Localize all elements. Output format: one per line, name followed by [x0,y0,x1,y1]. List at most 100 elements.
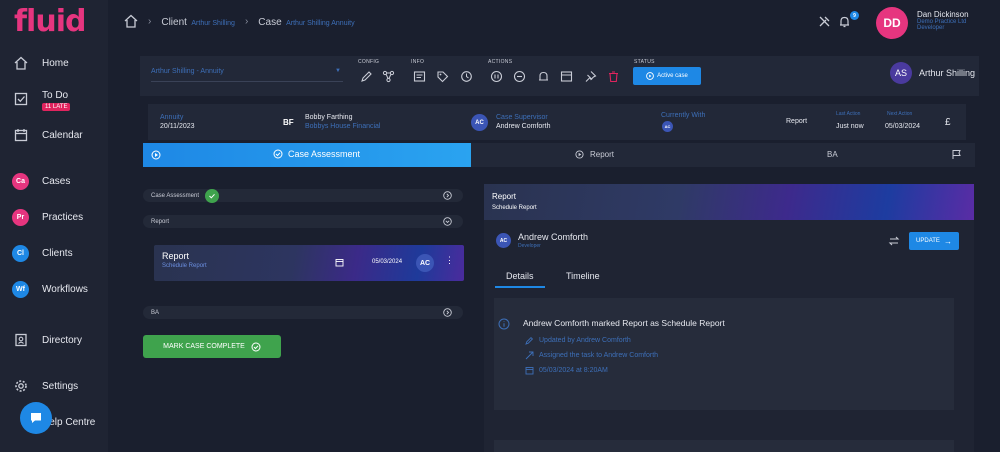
next-action-value: 05/03/2024 [885,123,921,130]
sidebar-item-cases[interactable]: Ca Cases [0,166,108,196]
flag-icon[interactable] [951,149,962,160]
tools-icon[interactable] [818,15,831,28]
task-title: Report [162,251,190,261]
edit-icon[interactable] [360,70,373,83]
chevron-right-icon[interactable] [443,191,452,200]
assign-icon [525,351,534,360]
case-select[interactable]: Arthur Shilling - Annuity ▼ [151,68,343,82]
fees-button[interactable]: £ [945,117,951,128]
client-avatar[interactable]: AS [890,62,912,84]
adviser-firm[interactable]: Bobbys House Financial [305,123,381,130]
activity-line: Updated by Andrew Comforth [539,337,631,344]
assignee-avatar: AC [496,233,511,248]
play-icon [575,150,584,159]
app-logo: fluid [14,4,86,39]
supervisor-name[interactable]: Andrew Comforth [496,123,550,130]
breadcrumb-client[interactable]: Client Arthur Shilling [161,12,235,30]
breadcrumb-client-label: Client [161,17,187,28]
chevron-down-icon[interactable] [443,217,452,226]
play-icon [151,150,161,160]
task-subtitle: Schedule Report [162,263,207,269]
sidebar-item-workflows[interactable]: Wf Workflows [0,274,108,304]
stage-row-ba[interactable]: BA [143,306,463,319]
chevron-down-icon: ▼ [335,68,341,74]
history-icon[interactable] [460,70,473,83]
task-detail-header: Report Schedule Report [484,184,974,220]
product-type: Annuity [160,114,184,121]
archive-icon[interactable] [560,70,573,83]
sidebar-item-help[interactable]: Help Centre [0,407,108,437]
sidebar-item-calendar[interactable]: Calendar [0,120,108,150]
workflows-icon: Wf [12,280,29,298]
notes-icon[interactable] [413,70,426,83]
step-active-title: Case Assessment [273,149,360,159]
calendar-icon [14,129,28,142]
chat-button[interactable] [20,402,52,434]
user-info[interactable]: Dan Dickinson Demo Practice Ltd Develope… [917,10,969,31]
sidebar-item-label: Workflows [42,283,88,295]
sidebar: fluid Home To Do 11 LATE Calendar Ca Cas… [0,0,108,452]
step-case-assessment[interactable]: Case Assessment [143,143,471,167]
tab-timeline[interactable]: Timeline [566,271,600,281]
mark-case-complete-button[interactable]: MARK CASE COMPLETE [143,335,281,358]
step-report-label: Report [590,150,615,159]
home-icon[interactable] [124,14,138,28]
notifications-button[interactable]: 9 [838,11,859,31]
stage-row-report[interactable]: Report [143,215,463,228]
currently-with-avatar: AC [662,121,673,132]
breadcrumb-case[interactable]: Case Arthur Shilling Annuity [258,12,354,30]
currently-with-label: Currently With [661,112,706,119]
flow-icon[interactable] [382,70,395,83]
bell-icon[interactable] [537,70,550,83]
task-card[interactable]: Report Schedule Report 05/03/2024 AC ⋮ [154,245,464,281]
last-action-value: Just now [836,123,864,130]
status-group-label: STATUS [634,59,655,65]
breadcrumb-separator: › [148,15,152,27]
sidebar-item-todo[interactable]: To Do 11 LATE [0,84,108,114]
breadcrumb-case-label: Case [258,17,282,28]
cases-icon: Ca [12,172,29,190]
activity-title: Andrew Comforth marked Report as Schedul… [523,318,725,328]
sidebar-item-settings[interactable]: Settings [0,371,108,401]
activity-entry: Andrew Comforth marked Report as Schedul… [494,298,954,410]
calendar-icon [335,259,344,267]
avatar[interactable]: DD [876,7,908,39]
active-case-button[interactable]: Active case [633,67,701,85]
delete-icon[interactable] [607,70,620,83]
tab-details[interactable]: Details [506,271,534,281]
tag-icon[interactable] [436,70,449,83]
step-ba[interactable]: BA [827,150,838,159]
reassign-icon[interactable] [888,235,900,247]
active-case-label: Active case [657,73,688,79]
client-name[interactable]: Arthur Shilling [919,68,975,78]
minus-circle-icon[interactable] [513,70,526,83]
sidebar-item-label: Calendar [42,129,83,141]
sidebar-item-directory[interactable]: Directory [0,325,108,355]
step-report[interactable]: Report [575,150,614,159]
sidebar-item-label: Cases [42,175,71,187]
task-detail-title: Report [492,192,517,201]
adviser-name[interactable]: Bobby Farthing [305,114,352,121]
pin-icon[interactable] [584,70,597,83]
update-label: UPDATE [916,238,940,244]
sidebar-item-clients[interactable]: Cl Clients [0,238,108,268]
check-circle-icon [273,149,283,159]
info-group-label: INFO [411,59,425,65]
update-button[interactable]: UPDATE → [909,232,959,250]
last-action-label: Last Action [836,111,861,117]
sidebar-item-label: Clients [42,247,73,259]
step-active-label: Case Assessment [288,149,361,159]
chevron-right-icon[interactable] [443,308,452,317]
activity-line: 05/03/2024 at 8:20AM [539,367,608,374]
bell-icon [840,16,849,28]
stage-row-case-assessment[interactable]: Case Assessment [143,188,463,203]
more-options-icon[interactable]: ⋮ [445,255,454,266]
current-stage: Report [786,118,808,125]
sidebar-item-practices[interactable]: Pr Practices [0,202,108,232]
sidebar-item-home[interactable]: Home [0,48,108,78]
pause-icon[interactable] [490,70,503,83]
directory-icon [15,333,27,347]
case-info-row [148,104,966,140]
home-icon [14,56,28,70]
play-icon [646,72,655,80]
